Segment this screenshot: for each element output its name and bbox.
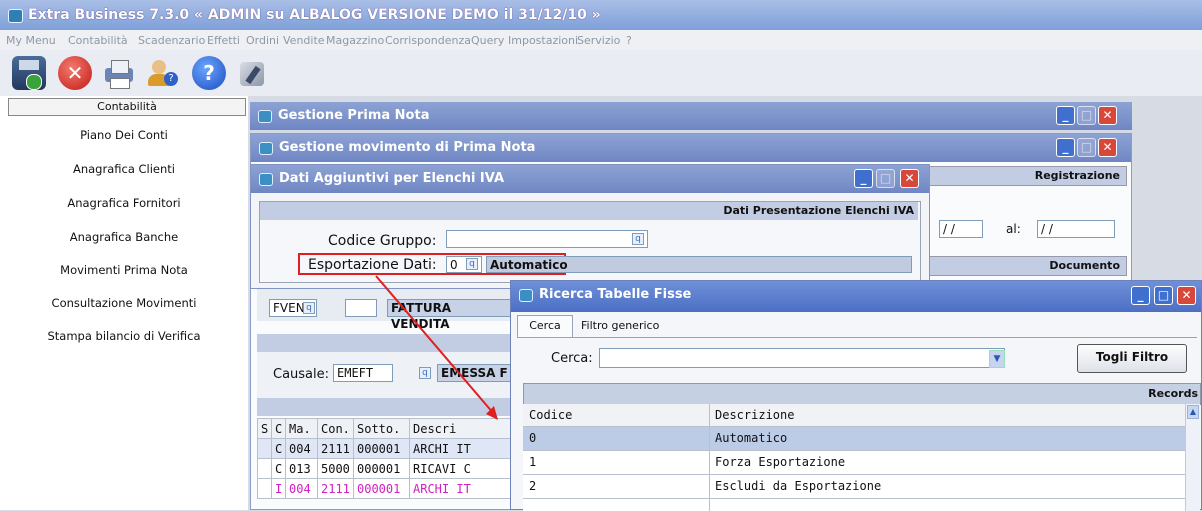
annotation-arrow-line [375, 275, 495, 415]
annotation-arrow [375, 275, 498, 420]
